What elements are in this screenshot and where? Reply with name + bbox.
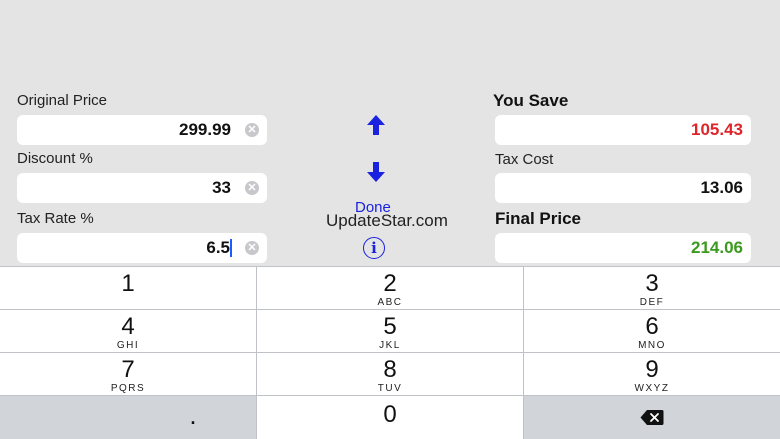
key-8[interactable]: 8 TUV <box>257 353 523 395</box>
numeric-keypad: 1 2 ABC 3 DEF 4 GHI 5 JKL 6 MNO 7 PQRS 8… <box>0 266 780 439</box>
key-2[interactable]: 2 ABC <box>257 267 523 309</box>
tax-cost-label: Tax Cost <box>495 151 554 168</box>
original-price-value[interactable]: 299.99 <box>179 115 231 145</box>
key-3[interactable]: 3 DEF <box>524 267 780 309</box>
tax-rate-value[interactable]: 6.5 <box>206 233 230 263</box>
key-1[interactable]: 1 <box>0 267 256 309</box>
arrow-down-icon[interactable] <box>366 161 386 183</box>
watermark-text: UpdateStar.com <box>326 211 448 230</box>
key-letters: JKL <box>379 340 401 351</box>
original-price-field[interactable]: 299.99 ✕ <box>17 115 267 145</box>
key-4[interactable]: 4 GHI <box>0 310 256 352</box>
key-letters: TUV <box>377 383 403 394</box>
tax-cost-value: 13.06 <box>700 178 743 197</box>
key-5[interactable]: 5 JKL <box>257 310 523 352</box>
clear-icon[interactable]: ✕ <box>245 181 259 195</box>
key-6[interactable]: 6 MNO <box>524 310 780 352</box>
key-digit: 7 <box>121 356 135 383</box>
key-9[interactable]: 9 WXYZ <box>524 353 780 395</box>
you-save-field: 105.43 <box>495 115 751 145</box>
key-letters: PQRS <box>110 383 146 394</box>
text-caret <box>230 239 232 257</box>
final-price-label: Final Price <box>495 209 581 228</box>
key-letters: ABC <box>377 297 403 308</box>
key-decimal[interactable]: . <box>0 396 256 439</box>
key-digit: 5 <box>383 313 397 340</box>
key-digit: 6 <box>645 313 659 340</box>
key-digit: 2 <box>383 270 397 297</box>
original-price-label: Original Price <box>17 92 108 109</box>
discount-value[interactable]: 33 <box>212 173 231 203</box>
key-letters: DEF <box>639 297 665 308</box>
key-digit: 8 <box>383 356 397 383</box>
key-letters: WXYZ <box>634 383 670 394</box>
key-letters: MNO <box>638 340 666 351</box>
tax-rate-field[interactable]: 6.5 ✕ <box>17 233 267 263</box>
you-save-value: 105.43 <box>691 120 743 139</box>
key-letters: GHI <box>116 340 140 351</box>
arrow-up-icon[interactable] <box>366 114 386 136</box>
key-digit: 4 <box>121 313 135 340</box>
clear-icon[interactable]: ✕ <box>245 123 259 137</box>
final-price-field: 214.06 <box>495 233 751 263</box>
key-digit: . <box>189 400 197 430</box>
tax-cost-field: 13.06 <box>495 173 751 203</box>
you-save-label: You Save <box>493 91 569 110</box>
key-delete[interactable] <box>524 396 780 439</box>
clear-icon[interactable]: ✕ <box>245 241 259 255</box>
final-price-value: 214.06 <box>691 238 743 257</box>
tax-rate-label: Tax Rate % <box>17 210 94 227</box>
backspace-icon <box>640 410 664 425</box>
discount-field[interactable]: 33 ✕ <box>17 173 267 203</box>
key-7[interactable]: 7 PQRS <box>0 353 256 395</box>
key-digit: 0 <box>383 401 397 428</box>
key-digit: 9 <box>645 356 659 383</box>
key-0[interactable]: 0 <box>257 396 523 439</box>
key-digit: 3 <box>645 270 659 297</box>
discount-label: Discount % <box>17 150 93 167</box>
key-digit: 1 <box>121 270 135 297</box>
info-icon[interactable]: i <box>363 237 385 259</box>
